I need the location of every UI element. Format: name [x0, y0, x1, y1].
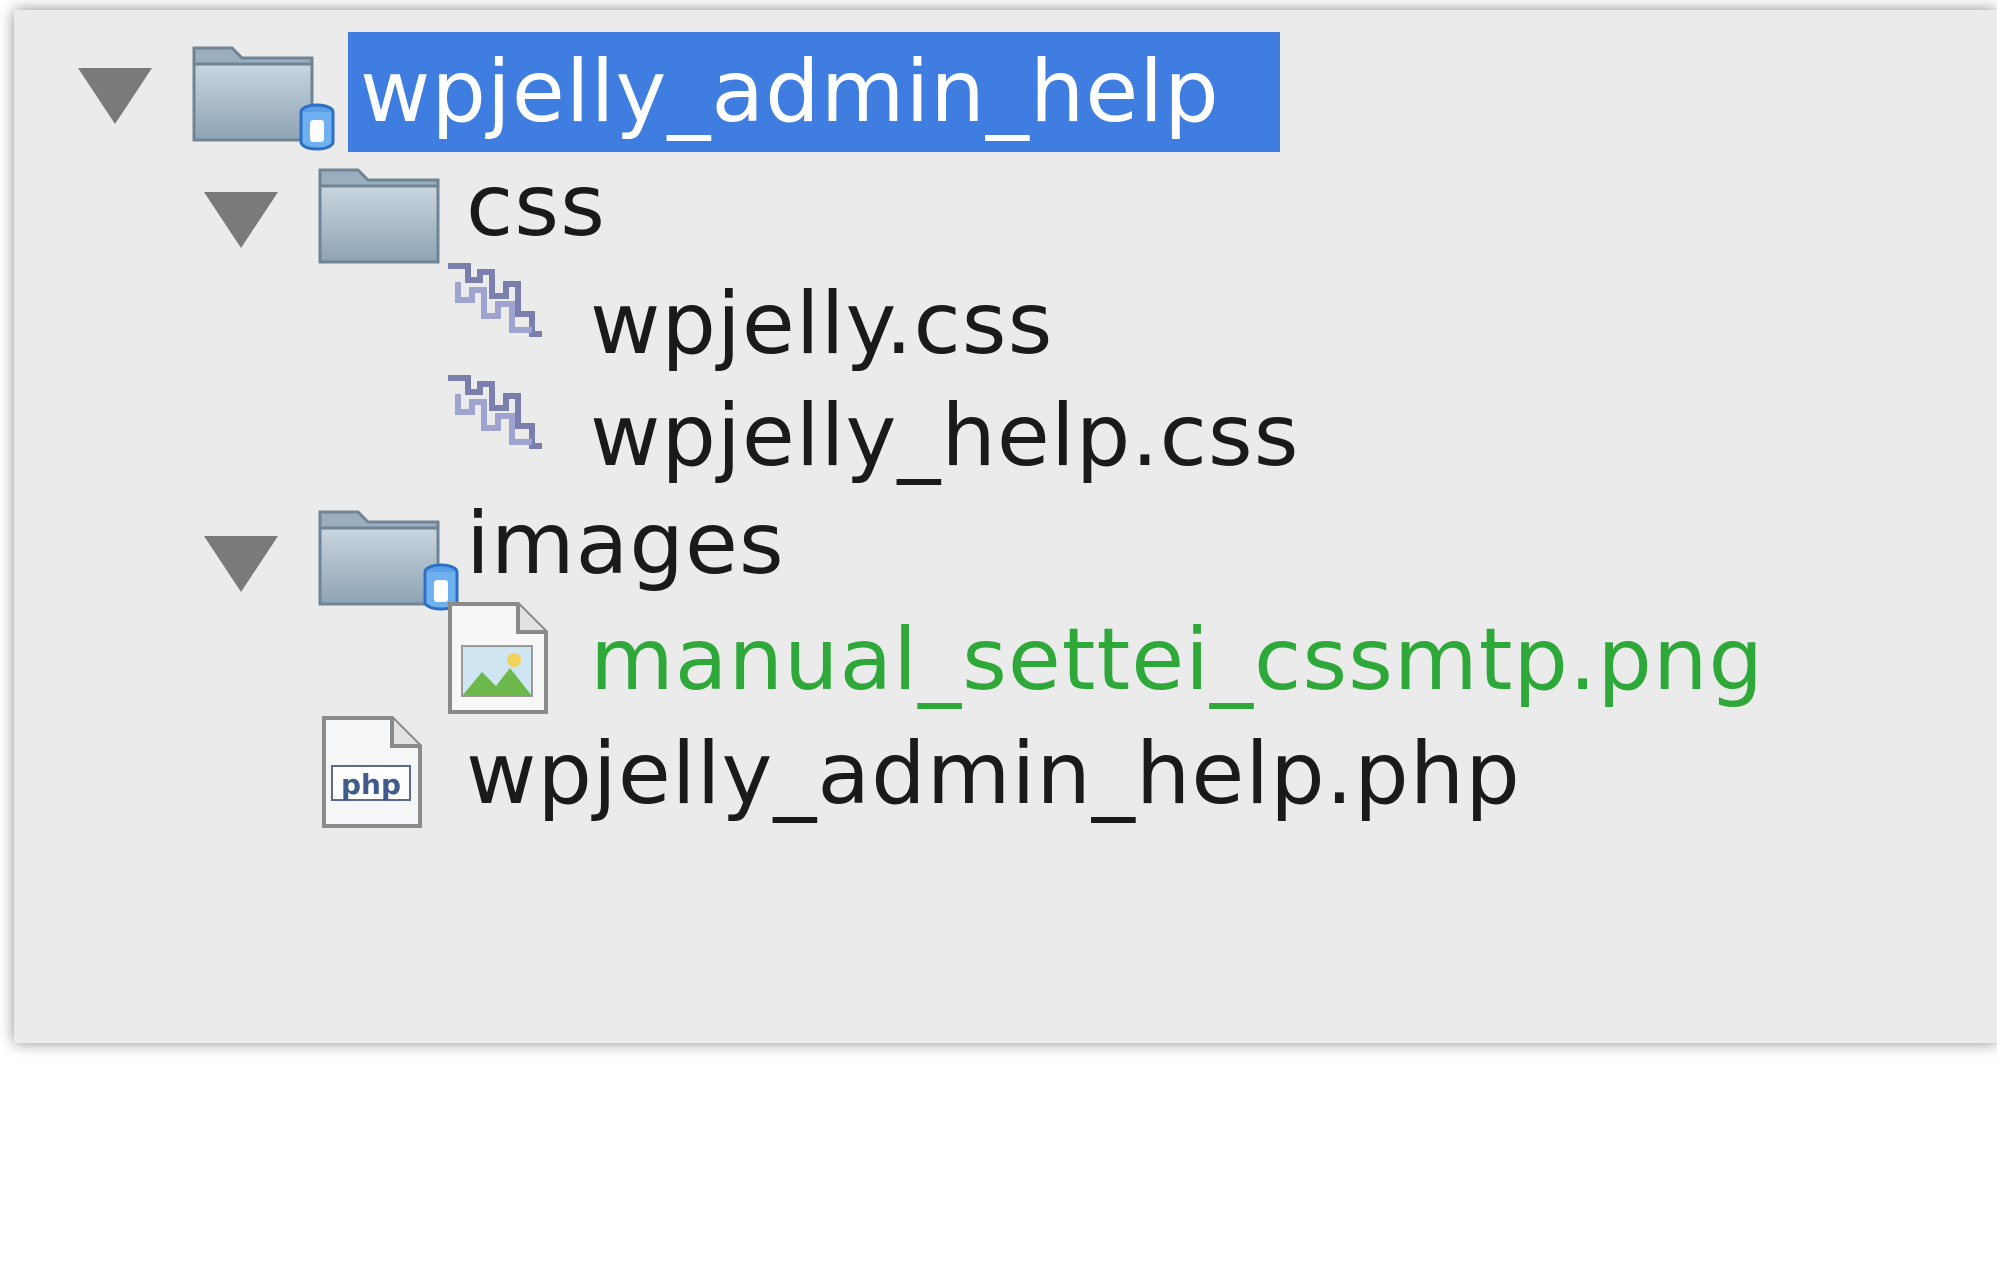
tree-label-css-folder[interactable]: css: [466, 146, 606, 266]
tree-label-php-file[interactable]: wpjelly_admin_help.php: [466, 714, 1521, 834]
tree-label-images-folder[interactable]: images: [466, 484, 785, 604]
image-file-icon: [448, 602, 548, 714]
panel-reflection: wpjelly_admin_help.php manual_settei_css…: [14, 1043, 1997, 1287]
folder-icon: [318, 168, 440, 264]
tree-label-css-file[interactable]: wpjelly_help.css: [590, 376, 1300, 496]
tree-row-php-file[interactable]: php wpjelly_admin_help.php: [14, 714, 1997, 854]
reflection-fade: [14, 1043, 1997, 1287]
tree-label-css-file[interactable]: wpjelly.css: [590, 264, 1053, 384]
disclosure-triangle-icon[interactable]: [204, 192, 278, 248]
tree-label-image-file[interactable]: manual_settei_cssmtp.png: [590, 600, 1764, 720]
file-tree-panel: wpjelly_admin_help css wpjelly.css wpjel…: [14, 10, 1997, 1043]
css-file-icon: [448, 375, 542, 449]
css-file-icon: [448, 263, 542, 337]
svg-text:php: php: [341, 768, 401, 801]
disclosure-triangle-icon[interactable]: [78, 68, 152, 124]
tree-row-root[interactable]: wpjelly_admin_help: [14, 20, 1997, 160]
disclosure-triangle-icon[interactable]: [204, 536, 278, 592]
tree-label-root[interactable]: wpjelly_admin_help: [348, 32, 1280, 152]
tree-row-images-folder[interactable]: images: [14, 480, 1997, 620]
php-file-icon: php: [322, 716, 422, 828]
stage: wpjelly_admin_help css wpjelly.css wpjel…: [0, 0, 1997, 1287]
